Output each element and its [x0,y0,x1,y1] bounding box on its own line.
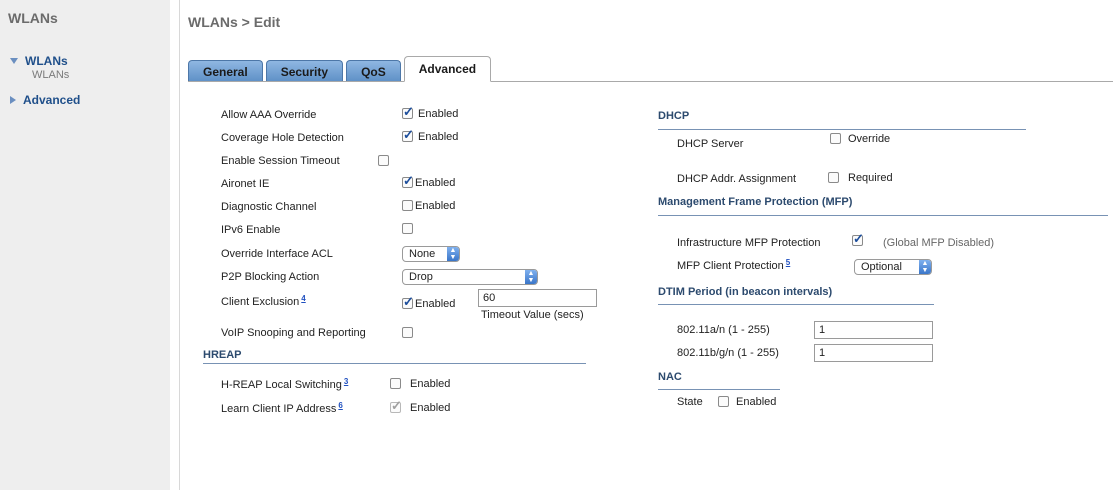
aironet-label: Aironet IE [221,178,270,190]
learn-ip-label: Learn Client IP Address 6 [221,401,343,415]
diagnostic-channel-checkbox[interactable] [402,200,413,211]
nac-state-checkbox[interactable] [718,396,729,407]
session-timeout-label: Enable Session Timeout [221,155,340,167]
dtim-bg-input[interactable]: 1 [814,344,933,362]
coverage-hole-checkbox[interactable] [402,127,414,143]
voip-checkbox[interactable] [402,327,413,338]
mfp-client-label: MFP Client Protection 5 [677,258,790,272]
sidebar-item-label: Advanced [23,93,81,107]
sidebar-title: WLANs [8,10,58,26]
nac-divider [658,389,780,390]
footnote-3-link[interactable]: 3 [344,377,348,386]
hreap-section-title: HREAP [203,349,242,361]
voip-label: VoIP Snooping and Reporting [221,327,366,339]
dhcp-section-title: DHCP [658,110,690,122]
footnote-4-link[interactable]: 4 [301,294,305,303]
mfp-client-select[interactable]: Optional ▲ ▼ [854,259,932,275]
nac-section-title: NAC [658,371,682,383]
dtim-divider [658,304,934,305]
hreap-local-label: H-REAP Local Switching 3 [221,377,348,391]
dhcp-server-value: Override [848,133,891,145]
diagnostic-channel-label: Diagnostic Channel [221,201,317,213]
client-exclusion-value: Enabled [415,298,456,310]
learn-ip-value: Enabled [410,402,451,414]
aironet-value: Enabled [415,177,456,189]
allow-aaa-label: Allow AAA Override [221,109,317,121]
allow-aaa-checkbox[interactable] [402,104,414,120]
diagnostic-channel-value: Enabled [415,200,456,212]
timeout-label: Timeout Value (secs) [481,309,584,321]
mfp-client-value: Optional [861,261,902,273]
infra-mfp-note: (Global MFP Disabled) [883,237,995,249]
hreap-local-value: Enabled [410,378,451,390]
select-arrows-icon: ▲ ▼ [525,270,537,284]
p2p-label: P2P Blocking Action [221,271,320,283]
tab-general[interactable]: General [188,60,263,82]
dhcp-divider [658,129,1026,130]
allow-aaa-value: Enabled [418,108,459,120]
learn-ip-text: Learn Client IP Address [221,403,337,415]
infra-mfp-checkbox[interactable] [852,231,864,247]
client-exclusion-label: Client Exclusion 4 [221,294,306,308]
tab-qos[interactable]: QoS [346,60,401,82]
chevron-right-icon [10,96,16,104]
coverage-hole-label: Coverage Hole Detection [221,132,344,144]
sidebar-nav: WLANs WLANs Advanced [0,30,170,490]
sidebar-subitem-wlans[interactable]: WLANs [32,69,69,81]
hreap-local-text: H-REAP Local Switching [221,379,342,391]
learn-ip-checkbox [390,398,402,414]
timeout-input[interactable]: 60 [478,289,597,307]
session-timeout-checkbox[interactable] [378,155,389,166]
dtim-a-label: 802.11a/n (1 - 255) [677,324,770,336]
tab-advanced[interactable]: Advanced [403,56,492,82]
p2p-value: Drop [409,271,433,283]
aironet-checkbox[interactable] [402,173,414,189]
dhcp-server-label: DHCP Server [677,138,744,150]
dtim-section-title: DTIM Period (in beacon intervals) [658,286,833,298]
dtim-bg-label: 802.11b/g/n (1 - 255) [677,347,779,359]
dhcp-server-checkbox[interactable] [830,133,841,144]
nac-state-value: Enabled [736,396,777,408]
ipv6-label: IPv6 Enable [221,224,281,236]
override-acl-value: None [409,248,436,260]
tab-security[interactable]: Security [265,60,344,82]
footnote-6-link[interactable]: 6 [338,401,342,410]
page-title: WLANs > Edit [188,14,281,30]
sidebar-header: WLANs [0,0,170,30]
infra-mfp-label: Infrastructure MFP Protection [677,237,821,249]
p2p-select[interactable]: Drop ▲ ▼ [402,269,538,285]
sidebar-item-advanced[interactable]: Advanced [10,93,80,107]
sidebar-item-label: WLANs [25,54,68,68]
hreap-local-checkbox[interactable] [390,378,401,389]
sidebar-item-wlans[interactable]: WLANs [10,54,68,68]
chevron-down-icon [10,58,18,64]
select-arrows-icon: ▲ ▼ [447,247,459,261]
mfp-client-text: MFP Client Protection [677,260,784,272]
dhcp-addr-checkbox[interactable] [828,172,839,183]
override-acl-select[interactable]: None ▲ ▼ [402,246,460,262]
dhcp-addr-value: Required [848,172,893,184]
hreap-divider [203,363,586,364]
override-acl-label: Override Interface ACL [221,248,333,260]
advanced-panel: Allow AAA Override Enabled Coverage Hole… [188,82,1113,490]
sidebar: WLANs WLANs WLANs Advanced [0,0,179,490]
dhcp-addr-label: DHCP Addr. Assignment [677,173,797,185]
select-arrows-icon: ▲ ▼ [919,260,931,274]
coverage-hole-value: Enabled [418,131,459,143]
nac-state-label: State [677,396,703,408]
mfp-divider [658,215,1108,216]
dtim-a-input[interactable]: 1 [814,321,933,339]
mfp-section-title: Management Frame Protection (MFP) [658,196,853,208]
client-exclusion-text: Client Exclusion [221,296,300,308]
ipv6-checkbox[interactable] [402,223,413,234]
client-exclusion-checkbox[interactable] [402,294,414,310]
sidebar-divider [179,0,180,490]
footnote-5-link[interactable]: 5 [786,258,790,267]
tab-bar: General Security QoS Advanced [188,56,494,82]
